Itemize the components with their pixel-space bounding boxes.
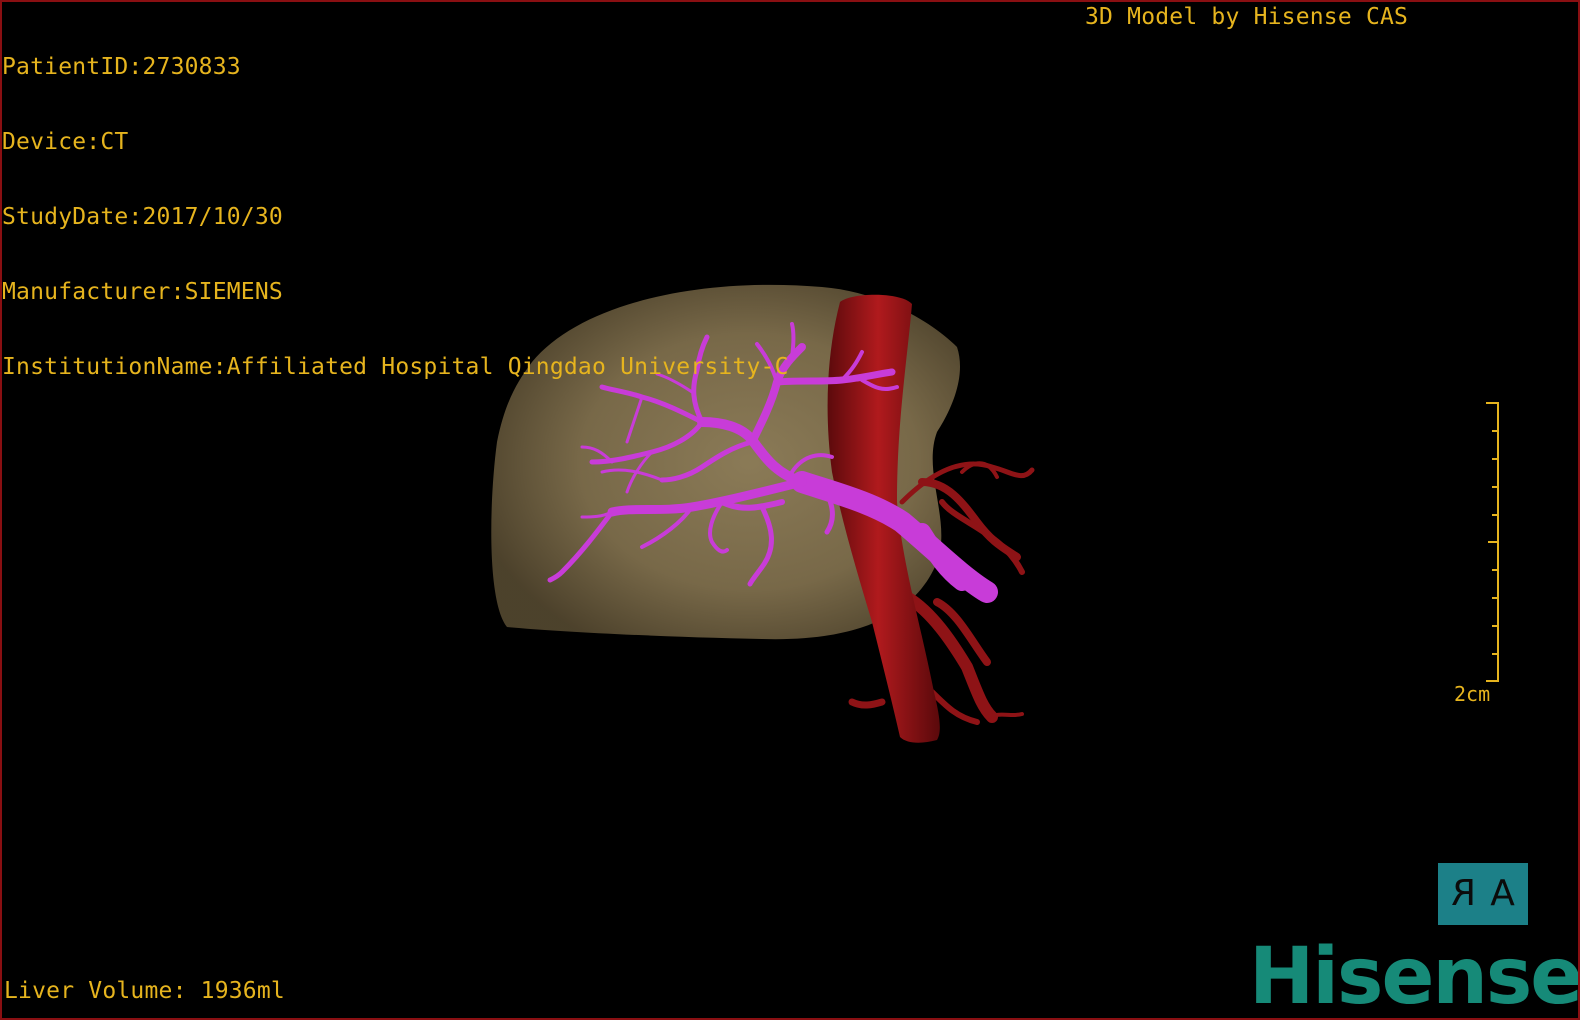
liver-volume-text: Liver Volume: 1936ml bbox=[4, 978, 285, 1004]
study-date-text: StudyDate:2017/10/30 bbox=[2, 204, 283, 230]
patient-info-overlay: PatientID:2730833 Device:CT StudyDate:20… bbox=[2, 5, 789, 430]
orientation-right-label: R bbox=[1451, 873, 1477, 914]
hisense-logo: Hisense bbox=[1249, 932, 1580, 1020]
orientation-anterior-label: A bbox=[1490, 873, 1515, 914]
orientation-cube[interactable]: R A bbox=[1438, 863, 1528, 925]
model-credit-text: 3D Model by Hisense CAS bbox=[1085, 4, 1409, 30]
patient-id-text: PatientID:2730833 bbox=[2, 54, 241, 80]
institution-text: InstitutionName:Affiliated Hospital Qing… bbox=[2, 354, 789, 380]
manufacturer-text: Manufacturer:SIEMENS bbox=[2, 279, 283, 305]
scale-bar-label: 2cm bbox=[1454, 682, 1491, 706]
scale-bar bbox=[1486, 402, 1499, 682]
3d-viewer-viewport[interactable]: PatientID:2730833 Device:CT StudyDate:20… bbox=[0, 0, 1580, 1020]
device-text: Device:CT bbox=[2, 129, 129, 155]
